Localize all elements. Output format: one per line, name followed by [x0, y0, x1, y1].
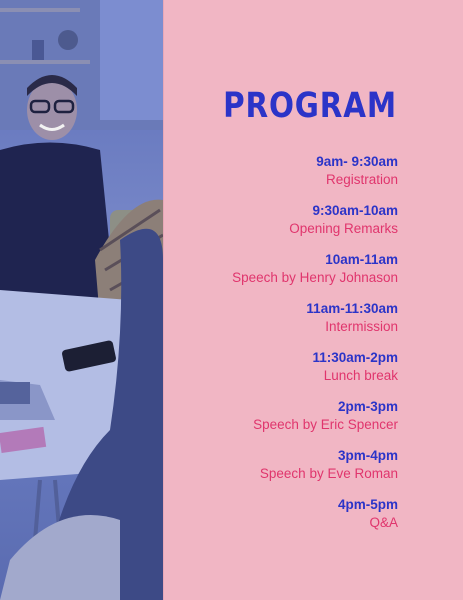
schedule-entry: 4pm-5pm Q&A — [118, 496, 398, 545]
schedule-event: Lunch break — [323, 368, 398, 383]
schedule-time: 9:30am-10am — [312, 203, 398, 218]
schedule-event: Speech by Eric Spencer — [253, 417, 398, 432]
schedule-event: Intermission — [325, 319, 398, 334]
schedule-entry: 3pm-4pm Speech by Eve Roman — [118, 447, 398, 496]
schedule-entry: 10am-11am Speech by Henry Johnason — [118, 251, 398, 300]
page-title: PROGRAM — [223, 86, 397, 126]
schedule-event: Registration — [325, 172, 398, 187]
schedule-entry: 11:30am-2pm Lunch break — [118, 349, 398, 398]
schedule-event: Opening Remarks — [289, 221, 398, 236]
schedule-time: 11:30am-2pm — [312, 350, 398, 365]
schedule-time: 9am- 9:30am — [316, 154, 398, 169]
schedule-entry: 9:30am-10am Opening Remarks — [118, 202, 398, 251]
schedule-time: 4pm-5pm — [337, 497, 398, 512]
schedule-entry: 9am- 9:30am Registration — [118, 153, 398, 202]
schedule-event: Speech by Eve Roman — [259, 466, 398, 481]
schedule-time: 11am-11:30am — [306, 301, 398, 316]
schedule-time: 3pm-4pm — [337, 448, 398, 463]
schedule-time: 10am-11am — [325, 252, 398, 267]
schedule-entry: 11am-11:30am Intermission — [118, 300, 398, 349]
schedule-event: Speech by Henry Johnason — [232, 270, 398, 285]
schedule-entry: 2pm-3pm Speech by Eric Spencer — [118, 398, 398, 447]
schedule-event: Q&A — [369, 515, 398, 530]
program-schedule: 9am- 9:30am Registration 9:30am-10am Ope… — [118, 153, 398, 545]
program-panel: PROGRAM 9am- 9:30am Registration 9:30am-… — [164, 0, 463, 600]
schedule-time: 2pm-3pm — [337, 399, 398, 414]
